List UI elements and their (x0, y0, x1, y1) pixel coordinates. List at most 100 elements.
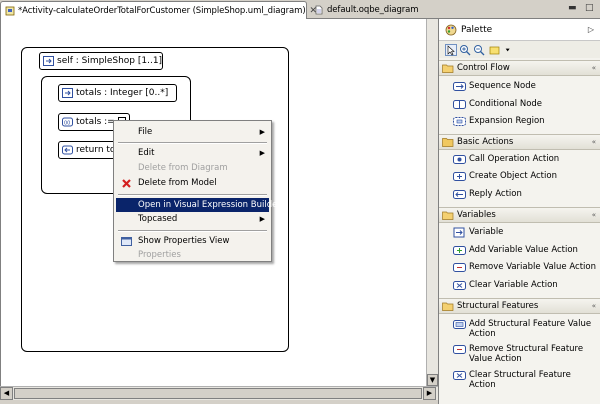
tool-label: Expansion Region (469, 116, 545, 126)
menu-item-delete-from-model[interactable]: Delete from Model (116, 176, 269, 190)
tab-activity-diagram[interactable]: *Activity-calculateOrderTotalForCustomer… (0, 1, 317, 19)
zoom-in-icon[interactable] (459, 44, 471, 56)
palette-header: Palette ▷ (439, 19, 600, 41)
create-object-icon (453, 172, 466, 181)
menu-separator (118, 142, 267, 144)
add-variable-value-icon (453, 246, 466, 255)
conditional-node-icon (453, 100, 466, 109)
totals-assign-label: totals := (76, 117, 115, 127)
menu-item-edit[interactable]: Edit ▶ (116, 146, 269, 160)
drawer-collapse-icon: « (591, 302, 596, 310)
tool-label: Reply Action (469, 189, 522, 199)
tool-label: Variable (469, 227, 504, 237)
submenu-arrow-icon: ▶ (259, 215, 265, 223)
menu-item-label: Delete from Model (138, 178, 217, 188)
select-arrow-icon[interactable] (445, 43, 457, 56)
minimize-icon[interactable]: ▬ (568, 3, 577, 13)
self-parameter-pin[interactable]: self : SimpleShop [1..1] (39, 52, 163, 70)
return-label: return tot (76, 145, 118, 155)
palette-panel: Palette ▷ Control Flow « Sequence Node C… (438, 19, 600, 404)
parameter-icon (43, 56, 54, 66)
tool-label: Clear Structural Feature Action (469, 370, 571, 390)
tool-remove-variable-value-action[interactable]: Remove Variable Value Action (453, 262, 598, 273)
tool-label: Remove Variable Value Action (469, 262, 596, 272)
tab-oqbe-label: default.oqbe_diagram (327, 5, 419, 15)
self-pin-label: self : SimpleShop [1..1] (57, 56, 163, 66)
menu-item-file[interactable]: File ▶ (116, 125, 269, 139)
drawer-label: Basic Actions (457, 137, 514, 147)
tool-add-structural-feature-value-action[interactable]: Add Structural Feature Value Action (453, 319, 598, 339)
variable-icon (453, 227, 465, 238)
tool-conditional-node[interactable]: Conditional Node (453, 99, 598, 110)
tool-label: Remove Structural Feature Value Action (469, 344, 584, 364)
totals-variable-label: totals : Integer [0..*] (76, 88, 169, 98)
scroll-right-button[interactable]: ▶ (423, 387, 436, 400)
vertical-scrollbar[interactable]: ▼ (426, 19, 438, 386)
submenu-arrow-icon: ▶ (259, 149, 265, 157)
tool-clear-variable-action[interactable]: Clear Variable Action (453, 280, 598, 291)
tool-remove-structural-feature-value-action[interactable]: Remove Structural Feature Value Action (453, 344, 598, 364)
menu-separator (118, 194, 267, 196)
palette-icon (445, 24, 457, 35)
tool-variable[interactable]: Variable (453, 227, 598, 238)
menu-item-open-visual-expression-builder[interactable]: Open in Visual Expression Builder (116, 198, 281, 212)
drawer-basic-actions[interactable]: Basic Actions « (439, 134, 600, 150)
tool-clear-structural-feature-action[interactable]: Clear Structural Feature Action (453, 370, 598, 390)
tool-label: Conditional Node (469, 99, 543, 109)
clear-structural-feature-icon (453, 371, 466, 380)
call-operation-icon (453, 155, 466, 164)
menu-item-label: Open in Visual Expression Builder (138, 200, 281, 210)
remove-structural-feature-icon (453, 345, 466, 354)
scroll-left-button[interactable]: ◀ (0, 387, 13, 400)
folder-open-icon (442, 211, 454, 220)
palette-title: Palette (461, 24, 493, 35)
properties-icon (121, 236, 132, 246)
drawer-structural-features[interactable]: Structural Features « (439, 298, 600, 314)
reply-icon (62, 145, 73, 155)
drawer-label: Control Flow (457, 63, 510, 73)
tool-expansion-region[interactable]: Expansion Region (453, 116, 598, 127)
tool-add-variable-value-action[interactable]: Add Variable Value Action (453, 245, 598, 256)
menu-separator (118, 230, 267, 232)
red-x-icon (122, 178, 131, 188)
totals-variable-pin[interactable]: totals : Integer [0..*] (58, 84, 177, 102)
horizontal-scrollbar[interactable]: ◀ ▶ (0, 386, 438, 400)
menu-item-label: Edit (138, 148, 155, 158)
file-icon (315, 5, 323, 15)
tab-oqbe-diagram[interactable]: default.oqbe_diagram (310, 1, 426, 19)
drawer-collapse-icon: « (591, 138, 596, 146)
return-action[interactable]: return tot (58, 141, 118, 159)
reply-action-icon (453, 190, 466, 199)
context-menu: File ▶ Edit ▶ Delete from Diagram Delete… (113, 120, 281, 262)
menu-item-show-properties-view[interactable]: Show Properties View (116, 234, 269, 248)
diagram-file-icon (5, 6, 15, 15)
folder-open-icon (442, 302, 454, 311)
tool-create-object-action[interactable]: Create Object Action (453, 171, 598, 182)
menu-item-label: Topcased (138, 214, 178, 224)
tool-label: Clear Variable Action (469, 280, 558, 290)
palette-collapse-icon[interactable]: ▷ (588, 25, 594, 34)
drawer-variables[interactable]: Variables « (439, 207, 600, 223)
drawer-collapse-icon: « (591, 64, 596, 72)
add-variable-value-icon: 00 (62, 117, 73, 127)
zoom-out-icon[interactable] (473, 44, 485, 56)
tool-reply-action[interactable]: Reply Action (453, 189, 598, 200)
maximize-icon[interactable]: □ (585, 3, 594, 13)
horizontal-scroll-thumb[interactable] (14, 388, 422, 399)
menu-item-topcased[interactable]: Topcased ▶ (116, 212, 269, 226)
folder-closed-icon (442, 138, 454, 147)
tool-label: Add Structural Feature Value Action (469, 319, 592, 339)
folder-open-icon (442, 64, 454, 73)
dropdown-arrow-icon[interactable] (505, 44, 513, 56)
tool-sequence-node[interactable]: Sequence Node (453, 81, 598, 92)
tool-call-operation-action[interactable]: Call Operation Action (453, 154, 598, 165)
tool-label: Sequence Node (469, 81, 536, 91)
note-icon[interactable] (487, 44, 503, 56)
tab-activity-label: *Activity-calculateOrderTotalForCustomer… (18, 5, 306, 16)
scroll-down-button[interactable]: ▼ (427, 374, 438, 386)
drawer-control-flow[interactable]: Control Flow « (439, 60, 600, 76)
expansion-region-icon (453, 117, 466, 126)
tool-label: Call Operation Action (469, 154, 560, 164)
sequence-node-icon (453, 82, 466, 91)
menu-item-label: Show Properties View (138, 236, 230, 246)
